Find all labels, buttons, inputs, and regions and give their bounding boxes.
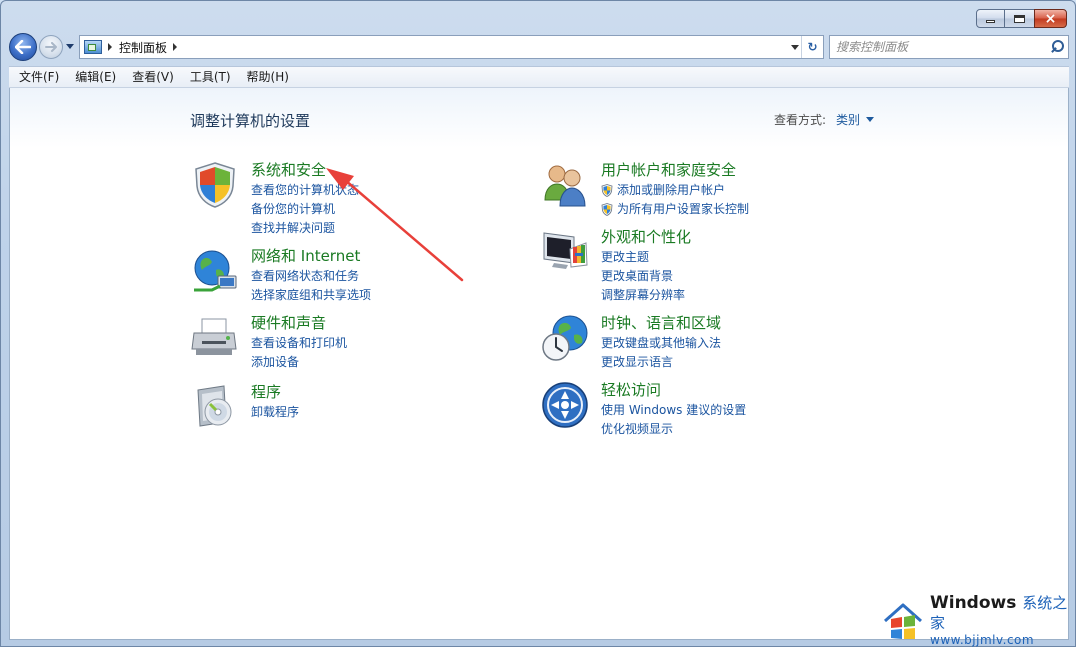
- menu-help[interactable]: 帮助(H): [239, 67, 297, 87]
- breadcrumb-chevron-icon[interactable]: [108, 43, 112, 51]
- category-title[interactable]: 程序: [251, 382, 299, 402]
- category-system-security: 系统和安全 查看您的计算机状态 备份您的计算机 查找并解决问题: [190, 160, 359, 238]
- windows-logo-icon: [882, 599, 924, 641]
- watermark-brand: Windows 系统之家: [930, 592, 1068, 632]
- category-title[interactable]: 网络和 Internet: [251, 246, 371, 266]
- category-link[interactable]: 更改显示语言: [601, 353, 721, 372]
- category-link-label: 添加或删除用户帐户: [617, 183, 726, 197]
- category-link[interactable]: 使用 Windows 建议的设置: [601, 401, 746, 420]
- page-title: 调整计算机的设置: [190, 112, 311, 130]
- category-clock-language-region: 时钟、语言和区域 更改键盘或其他输入法 更改显示语言: [540, 313, 721, 372]
- close-icon: ×: [1044, 10, 1057, 27]
- category-appearance: 外观和个性化 更改主题 更改桌面背景 调整屏幕分辨率: [540, 227, 691, 305]
- category-link[interactable]: 查找并解决问题: [251, 219, 359, 238]
- menu-bar: 文件(F) 编辑(E) 查看(V) 工具(T) 帮助(H): [9, 66, 1069, 88]
- uac-shield-icon: [601, 184, 613, 197]
- category-link[interactable]: 添加设备: [251, 353, 347, 372]
- category-link[interactable]: 查看设备和打印机: [251, 334, 347, 353]
- caret-down-icon: [866, 117, 875, 122]
- category-title[interactable]: 系统和安全: [251, 160, 359, 180]
- arrow-right-icon: [45, 42, 57, 52]
- window-frame: × 控制面板 ↻ 文件(F) 编辑(E) 查看(V) 工具(T) 帮助(H): [0, 0, 1076, 647]
- category-programs: 程序 卸载程序: [190, 382, 299, 432]
- address-dropdown-icon[interactable]: [791, 45, 799, 50]
- minimize-icon: [986, 20, 995, 23]
- menu-edit[interactable]: 编辑(E): [67, 67, 124, 87]
- category-link[interactable]: 优化视频显示: [601, 420, 746, 439]
- category-link[interactable]: 卸载程序: [251, 403, 299, 422]
- category-link[interactable]: 调整屏幕分辨率: [601, 286, 691, 305]
- refresh-icon[interactable]: ↻: [801, 36, 823, 58]
- breadcrumb-control-panel[interactable]: 控制面板: [119, 39, 167, 56]
- category-title[interactable]: 硬件和声音: [251, 313, 347, 333]
- monitor-palette-icon[interactable]: [540, 227, 590, 277]
- category-hardware-sound: 硬件和声音 查看设备和打印机 添加设备: [190, 313, 347, 372]
- category-user-accounts: 用户帐户和家庭安全 添加或删除用户帐户 为所有用户设置家长控制: [540, 160, 749, 219]
- uac-shield-icon: [601, 203, 613, 216]
- view-by-dropdown[interactable]: 类别: [836, 111, 875, 128]
- watermark: Windows 系统之家 www.bjjmlv.com: [882, 592, 1074, 647]
- category-link[interactable]: 更改主题: [601, 248, 691, 267]
- category-link[interactable]: 更改键盘或其他输入法: [601, 334, 721, 353]
- shield-icon[interactable]: [190, 160, 240, 210]
- search-icon[interactable]: [1048, 37, 1068, 57]
- control-panel-icon: [84, 40, 102, 54]
- view-by-label: 查看方式:: [774, 113, 827, 127]
- history-dropdown-icon[interactable]: [66, 44, 74, 49]
- back-button[interactable]: [9, 33, 37, 61]
- users-icon[interactable]: [540, 160, 590, 210]
- programs-disc-icon[interactable]: [190, 382, 240, 432]
- printer-icon[interactable]: [190, 313, 240, 363]
- watermark-url: www.bjjmlv.com: [930, 632, 1035, 647]
- ease-of-access-icon[interactable]: [540, 380, 590, 430]
- breadcrumb-chevron-icon[interactable]: [173, 43, 178, 51]
- content-pane: 调整计算机的设置 查看方式: 类别 系统和安全 查看您的计算机状态 备份您的计算…: [9, 88, 1069, 640]
- category-title[interactable]: 外观和个性化: [601, 227, 691, 247]
- clock-globe-icon[interactable]: [540, 313, 590, 363]
- view-by: 查看方式: 类别: [774, 111, 875, 128]
- maximize-icon: [1014, 14, 1025, 23]
- network-globe-icon[interactable]: [190, 246, 240, 296]
- category-link-with-shield[interactable]: 添加或删除用户帐户: [601, 181, 749, 200]
- category-link[interactable]: 更改桌面背景: [601, 267, 691, 286]
- arrow-left-icon: [15, 40, 31, 54]
- category-title[interactable]: 用户帐户和家庭安全: [601, 160, 749, 180]
- view-by-value: 类别: [836, 113, 861, 127]
- address-bar[interactable]: 控制面板 ↻: [79, 35, 824, 59]
- category-link-label: 为所有用户设置家长控制: [617, 202, 750, 216]
- forward-button[interactable]: [39, 35, 63, 59]
- category-link-with-shield[interactable]: 为所有用户设置家长控制: [601, 200, 749, 219]
- search-input[interactable]: [830, 37, 1048, 57]
- navigation-bar: 控制面板 ↻: [9, 32, 1069, 62]
- menu-view[interactable]: 查看(V): [124, 67, 182, 87]
- category-link[interactable]: 查看您的计算机状态: [251, 181, 359, 200]
- menu-file[interactable]: 文件(F): [9, 67, 67, 87]
- category-ease-of-access: 轻松访问 使用 Windows 建议的设置 优化视频显示: [540, 380, 746, 439]
- category-link[interactable]: 备份您的计算机: [251, 200, 359, 219]
- maximize-button[interactable]: [1004, 9, 1035, 28]
- minimize-button[interactable]: [976, 9, 1005, 28]
- search-box: [829, 35, 1069, 59]
- category-title[interactable]: 轻松访问: [601, 380, 746, 400]
- menu-tools[interactable]: 工具(T): [182, 67, 239, 87]
- category-link[interactable]: 选择家庭组和共享选项: [251, 286, 371, 305]
- caption-buttons: ×: [976, 9, 1067, 28]
- category-link[interactable]: 查看网络状态和任务: [251, 267, 371, 286]
- category-network-internet: 网络和 Internet 查看网络状态和任务 选择家庭组和共享选项: [190, 246, 371, 305]
- close-button[interactable]: ×: [1034, 9, 1067, 28]
- category-title[interactable]: 时钟、语言和区域: [601, 313, 721, 333]
